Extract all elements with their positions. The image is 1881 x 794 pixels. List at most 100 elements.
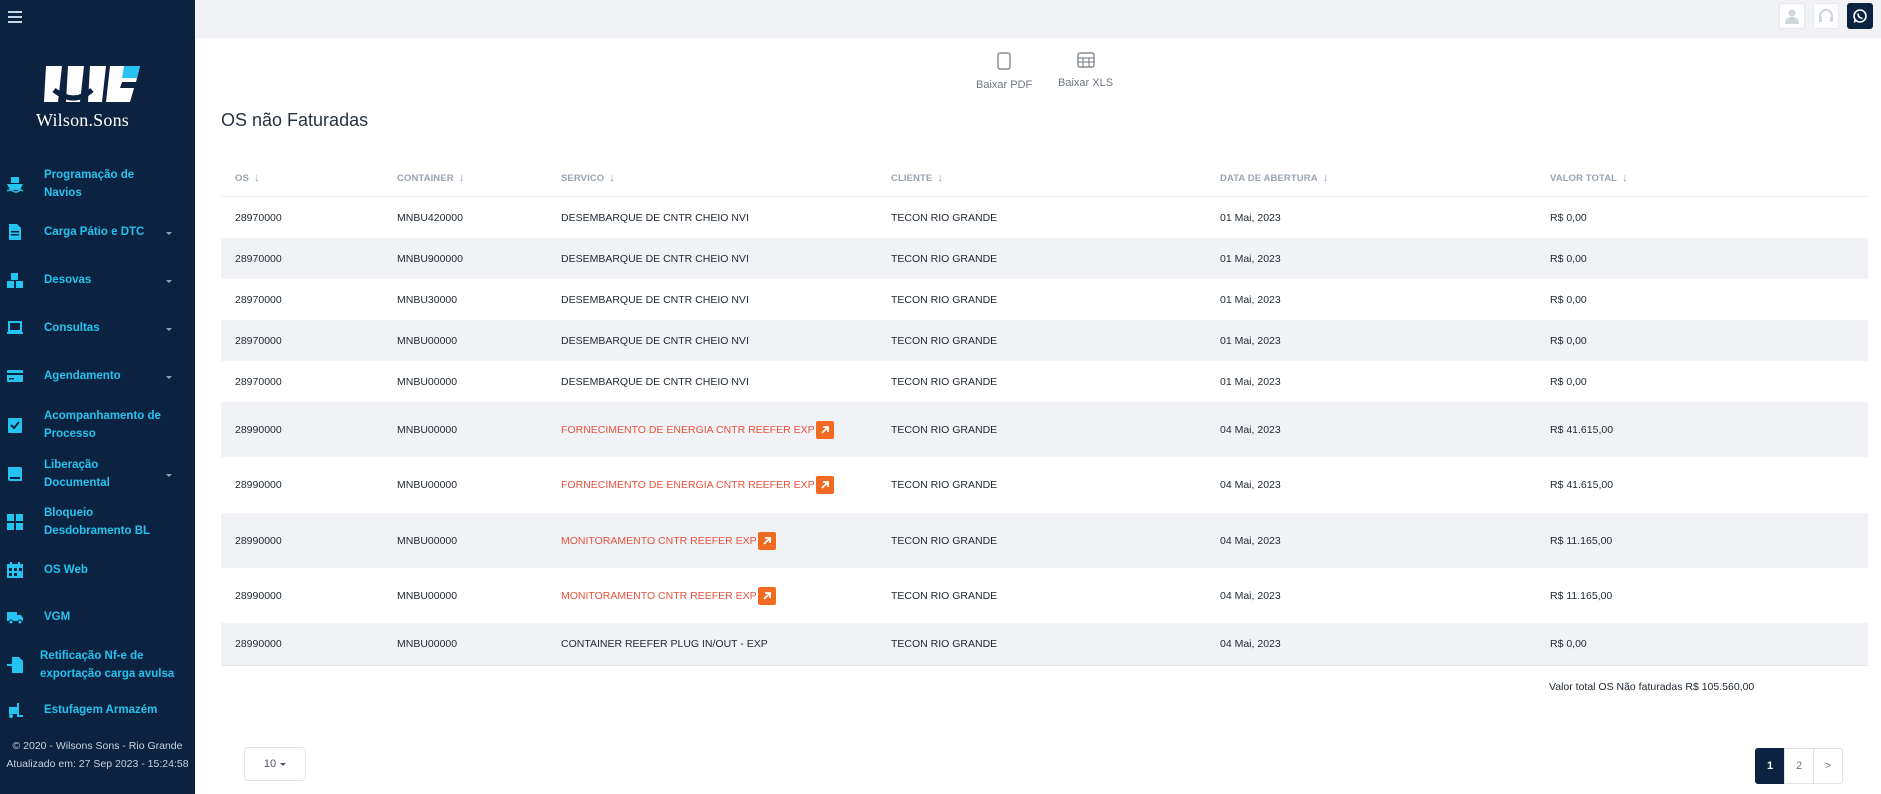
forklift-icon	[9, 703, 23, 718]
download-pdf-button[interactable]: Baixar PDF	[976, 52, 1032, 91]
service-link[interactable]: MONITORAMENTO CNTR REEFER EXP	[561, 589, 757, 601]
cell-container: MNBU420000	[397, 211, 463, 224]
external-link-icon[interactable]	[757, 531, 776, 550]
chevron-down-icon	[166, 328, 172, 331]
sort-arrow-icon: ↓	[1322, 172, 1329, 184]
chevron-down-icon	[166, 376, 172, 379]
cell-data-abertura: 04 Mai, 2023	[1220, 638, 1281, 650]
sidebar: Wilson.Sons Programação de Navios Carga …	[0, 0, 195, 794]
sidebar-item-label: Acompanhamento de Processo	[44, 410, 161, 440]
cell-cliente: TECON RIO GRANDE	[891, 423, 998, 436]
cell-data-abertura: 04 Mai, 2023	[1220, 479, 1281, 491]
copyright-text: © 2020 - Wilsons Sons - Rio Grande	[12, 740, 183, 752]
pagination: 1 2 >	[1755, 748, 1843, 784]
sidebar-item-label: Carga Pátio e DTC	[44, 226, 145, 238]
cell-cliente: TECON RIO GRANDE	[891, 534, 998, 547]
sidebar-nav: Programação de Navios Carga Pátio e DTC …	[0, 160, 195, 730]
table-row: 28970000 MNBU420000 DESEMBARQUE DE CNTR CH…	[221, 197, 1868, 238]
sidebar-item-label: Bloqueio Desdobramento BL	[44, 507, 151, 537]
column-header-servico[interactable]: SERVICO ↓	[561, 172, 615, 184]
calendar-icon	[7, 562, 23, 578]
cell-os: 28990000	[235, 423, 282, 436]
next-page-button[interactable]: >	[1813, 748, 1843, 784]
os-table: OS ↓ CONTAINER ↓ SERVICO ↓ CLIENTE ↓ DATA DE…	[221, 160, 1868, 666]
service-link[interactable]: MONITORAMENTO CNTR REEFER EXP	[561, 534, 757, 546]
cell-servico: DESEMBARQUE DE CNTR CHEIO NVI	[561, 252, 749, 265]
cell-servico: DESEMBARQUE DE CNTR CHEIO NVI	[561, 375, 749, 388]
grid-icon	[7, 514, 23, 530]
table-row: 28990000 MNBU00000 MONITORAMENTO CNTR REEF…	[221, 568, 1868, 623]
sidebar-item-label: Retificação Nf-e de exportação carga avu…	[40, 650, 175, 680]
chevron-down-icon	[166, 280, 172, 283]
column-header-os[interactable]: OS ↓	[235, 172, 260, 184]
chevron-down-icon	[166, 232, 172, 235]
laptop-icon	[7, 321, 23, 334]
sidebar-item-label: Estufagem Armazém	[44, 704, 158, 716]
cell-servico: DESEMBARQUE DE CNTR CHEIO NVI	[561, 334, 749, 347]
sidebar-item-label: OS Web	[44, 564, 88, 576]
total-value-label: Valor total OS Não faturadas R$ 105.560,…	[1549, 681, 1755, 693]
column-header-container[interactable]: CONTAINER ↓	[397, 172, 464, 184]
cell-os: 28990000	[235, 479, 282, 491]
column-label: CONTAINER	[397, 173, 454, 184]
table-row: 28990000 MNBU00000 MONITORAMENTO CNTR REEF…	[221, 513, 1868, 568]
external-link-icon[interactable]	[757, 586, 776, 605]
cell-servico[interactable]: MONITORAMENTO CNTR REEFER EXP	[561, 586, 776, 605]
cell-cliente: TECON RIO GRANDE	[891, 252, 998, 265]
sidebar-item-desovas[interactable]: Desovas	[0, 256, 195, 304]
download-pdf-label: Baixar PDF	[976, 79, 1033, 91]
truck-icon	[7, 612, 23, 625]
cell-valor-total: R$ 0,00	[1550, 638, 1587, 650]
topbar	[195, 0, 1881, 38]
external-link-icon[interactable]	[815, 420, 834, 439]
page-button-2[interactable]: 2	[1784, 748, 1814, 784]
column-header-data-abertura[interactable]: DATA DE ABERTURA ↓	[1220, 172, 1328, 184]
column-header-valor-total[interactable]: VALOR TOTAL ↓	[1550, 172, 1628, 184]
cell-cliente: TECON RIO GRANDE	[891, 479, 998, 491]
cell-container: MNBU900000	[397, 252, 463, 265]
sidebar-item-label: Desovas	[44, 274, 92, 286]
sidebar-item-estufagem[interactable]: Estufagem Armazém	[0, 690, 195, 730]
spreadsheet-icon	[1076, 52, 1095, 68]
column-header-cliente[interactable]: CLIENTE ↓	[891, 172, 943, 184]
user-button[interactable]	[1779, 3, 1805, 29]
download-xls-button[interactable]: Baixar XLS	[1058, 52, 1113, 89]
logo: Wilson.Sons	[36, 62, 161, 131]
cell-os: 28970000	[235, 375, 282, 388]
cell-container: MNBU30000	[397, 293, 458, 306]
file-import-icon	[7, 657, 23, 673]
sidebar-item-os-web[interactable]: OS Web	[0, 546, 195, 594]
cell-servico[interactable]: FORNECIMENTO DE ENERGIA CNTR REEFER EXP	[561, 476, 834, 494]
menu-toggle-icon[interactable]	[8, 11, 22, 23]
per-page-select[interactable]: 10	[244, 747, 306, 781]
whatsapp-button[interactable]	[1847, 3, 1873, 29]
sidebar-item-carga-patio[interactable]: Carga Pátio e DTC	[0, 208, 195, 256]
sidebar-item-acompanhamento[interactable]: Acompanhamento de Processo	[0, 400, 195, 450]
cell-servico[interactable]: FORNECIMENTO DE ENERGIA CNTR REEFER EXP	[561, 420, 834, 439]
cell-cliente: TECON RIO GRANDE	[891, 334, 998, 347]
cell-container: MNBU00000	[397, 638, 458, 650]
sidebar-item-liberacao-documental[interactable]: Liberação Documental	[0, 450, 195, 498]
sidebar-item-bloqueio-desdobramento[interactable]: Bloqueio Desdobramento BL	[0, 498, 195, 546]
sidebar-item-retificacao-nfe[interactable]: Retificação Nf-e de exportação carga avu…	[0, 640, 195, 690]
sidebar-item-vgm[interactable]: VGM	[0, 594, 195, 640]
external-link-icon[interactable]	[815, 476, 834, 494]
table-row: 28970000 MNBU00000 DESEMBARQUE DE CNTR CHE…	[221, 320, 1868, 361]
headset-icon	[1819, 9, 1833, 22]
cell-os: 28970000	[235, 334, 282, 347]
page-button-1[interactable]: 1	[1755, 748, 1785, 784]
sidebar-item-consultas[interactable]: Consultas	[0, 304, 195, 352]
service-link[interactable]: FORNECIMENTO DE ENERGIA CNTR REEFER EXP	[561, 423, 815, 435]
table-row: 28970000 MNBU00000 DESEMBARQUE DE CNTR CHE…	[221, 361, 1868, 402]
cell-valor-total: R$ 41.615,00	[1550, 479, 1614, 491]
support-button[interactable]	[1813, 3, 1839, 29]
cell-servico[interactable]: MONITORAMENTO CNTR REEFER EXP	[561, 531, 776, 550]
cell-data-abertura: 01 Mai, 2023	[1220, 211, 1281, 224]
cell-valor-total: R$ 41.615,00	[1550, 423, 1614, 436]
sidebar-item-label: Programação de Navios	[44, 169, 135, 199]
sidebar-item-agendamento[interactable]: Agendamento	[0, 352, 195, 400]
service-link[interactable]: FORNECIMENTO DE ENERGIA CNTR REEFER EXP	[561, 479, 815, 491]
table-header: OS ↓ CONTAINER ↓ SERVICO ↓ CLIENTE ↓ DATA DE…	[221, 160, 1868, 197]
boxes-icon	[7, 273, 23, 288]
sidebar-item-programacao-navios[interactable]: Programação de Navios	[0, 160, 195, 208]
